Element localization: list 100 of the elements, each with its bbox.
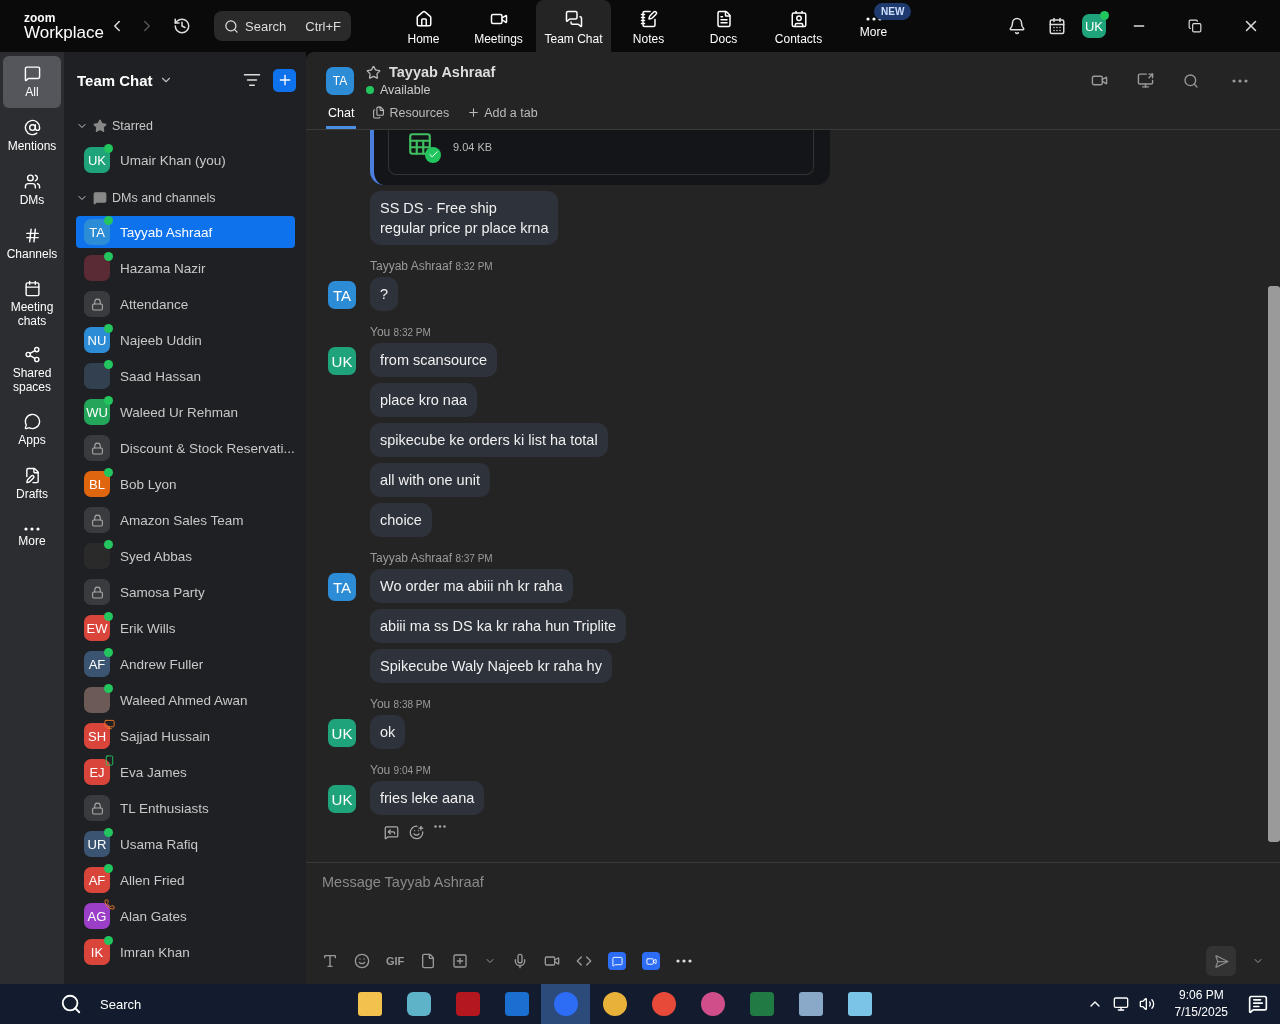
message-bubble: choice xyxy=(370,503,432,537)
contact-card-icon xyxy=(789,10,808,28)
add-reaction-icon[interactable] xyxy=(409,825,424,840)
rail-item[interactable]: Channels xyxy=(3,218,61,270)
reply-icon[interactable] xyxy=(384,825,399,840)
taskbar-search[interactable]: Search xyxy=(0,993,300,1015)
gif-button[interactable]: GIF xyxy=(386,955,405,967)
speech-bubble-icon xyxy=(93,191,107,205)
nav-tab[interactable]: NEW More xyxy=(836,0,911,52)
conversation-item[interactable]: SH Sajjad Hussain xyxy=(76,720,295,752)
emoji-icon[interactable] xyxy=(354,953,370,969)
search-field[interactable]: Search Ctrl+F xyxy=(214,11,351,41)
rail-item[interactable]: Apps xyxy=(3,404,61,456)
chat-tab[interactable]: Add a tab xyxy=(465,103,540,129)
conversation-item[interactable]: Saad Hassan xyxy=(76,360,295,392)
section-header[interactable]: DMs and channels xyxy=(76,180,216,216)
more-icon[interactable] xyxy=(676,959,693,963)
search-icon xyxy=(224,18,239,34)
more-icon xyxy=(1232,78,1248,83)
nav-tab[interactable]: Notes xyxy=(611,0,686,52)
taskbar-clock[interactable]: 9:06 PM 7/15/2025 xyxy=(1174,987,1228,1021)
message-bubble: from scansource xyxy=(370,343,498,377)
conversation-item[interactable]: NU Najeeb Uddin xyxy=(76,324,295,356)
avatar: TA xyxy=(328,573,356,601)
add-button[interactable] xyxy=(273,68,296,92)
star-icon xyxy=(93,119,107,133)
avatar: IK xyxy=(84,939,110,965)
conversation-item[interactable]: BL Bob Lyon xyxy=(76,468,295,500)
conversation-item[interactable]: Discount & Stock Reservati... xyxy=(76,432,295,464)
avatar: UK xyxy=(84,147,110,173)
send-button[interactable] xyxy=(1206,946,1236,976)
document-icon xyxy=(714,10,733,28)
chat-tab[interactable]: Chat xyxy=(326,103,357,129)
volume-icon[interactable] xyxy=(1138,996,1155,1012)
conversation-item[interactable]: UR Usama Rafiq xyxy=(76,828,295,860)
rail-item[interactable]: Drafts xyxy=(3,458,61,510)
avatar: EW xyxy=(84,615,110,641)
video-clip-icon[interactable] xyxy=(544,953,561,969)
people-icon xyxy=(23,172,41,190)
conversation-item[interactable]: EW Erik Wills xyxy=(76,612,295,644)
hash-icon xyxy=(23,226,41,244)
speech-bubble-icon xyxy=(23,412,41,430)
conversation-item[interactable]: EJ Eva James xyxy=(76,756,295,788)
conversation-item[interactable]: TA Tayyab Ashraaf xyxy=(76,216,295,248)
star-icon[interactable] xyxy=(366,64,381,80)
message-bubble: Wo order ma abiii nh kr raha xyxy=(370,569,573,603)
rail-item[interactable]: Shared spaces xyxy=(3,338,61,402)
app-logo: zoom Workplace xyxy=(24,11,102,41)
nav-tab[interactable]: Team Chat xyxy=(536,0,611,52)
conversation-item[interactable]: UK Umair Khan (you) xyxy=(76,144,295,176)
code-icon[interactable] xyxy=(576,953,593,969)
scrollbar-thumb[interactable] xyxy=(1268,286,1280,842)
file-icon[interactable] xyxy=(420,953,437,969)
conversation-item[interactable]: WU Waleed Ur Rehman xyxy=(76,396,295,428)
conversation-item[interactable]: AF Allen Fried xyxy=(76,864,295,896)
network-icon[interactable] xyxy=(1112,996,1129,1012)
screenshot-icon[interactable] xyxy=(452,953,469,969)
nav-tab[interactable]: Contacts xyxy=(761,0,836,52)
avatar: UK xyxy=(328,347,356,375)
conversation-item[interactable]: AG Alan Gates xyxy=(76,900,295,932)
conversation-item[interactable]: AF Andrew Fuller xyxy=(76,648,295,680)
conversation-item[interactable]: Samosa Party xyxy=(76,576,295,608)
conversation-item[interactable]: Syed Abbas xyxy=(76,540,295,572)
presence-status: Available xyxy=(366,83,496,97)
message-meta: Tayyab Ashraaf 8:32 PM xyxy=(370,259,493,273)
message-bubble: ok xyxy=(370,715,406,749)
conversation-item[interactable]: IK Imran Khan xyxy=(76,936,295,968)
message-meta: You 8:32 PM xyxy=(370,325,431,339)
conversation-item[interactable]: Attendance xyxy=(76,288,295,320)
text-format-icon[interactable] xyxy=(322,953,338,969)
sidebar-title[interactable]: Team Chat xyxy=(77,71,153,89)
rail-item[interactable]: Mentions xyxy=(3,110,61,162)
avatar: NU xyxy=(84,327,110,353)
nav-tab[interactable]: Docs xyxy=(686,0,761,52)
send-icon xyxy=(1213,953,1229,969)
home-icon xyxy=(414,10,433,28)
conversation-item[interactable]: Amazon Sales Team xyxy=(76,504,295,536)
rail-item[interactable]: Meeting chats xyxy=(3,272,61,336)
conversation-item[interactable]: TL Enthusiasts xyxy=(76,792,295,824)
notifications-icon[interactable] xyxy=(1248,994,1268,1014)
nav-tab[interactable]: Meetings xyxy=(461,0,536,52)
nodes-icon xyxy=(23,346,41,364)
message-meta: You 8:38 PM xyxy=(370,697,431,711)
rail-item[interactable]: All xyxy=(3,56,61,108)
file-size: 9.04 KB xyxy=(453,140,493,153)
nav-tab[interactable]: Home xyxy=(386,0,461,52)
avatar: UR xyxy=(84,831,110,857)
rail-item[interactable]: More xyxy=(3,512,61,564)
message-bubble: Spikecube Waly Najeeb kr raha hy xyxy=(370,649,612,683)
more-icon[interactable] xyxy=(434,825,446,828)
dots-icon xyxy=(24,527,40,532)
message-input[interactable]: Message Tayyab Ashraaf xyxy=(322,873,1264,891)
conversation-item[interactable]: Hazama Nazir xyxy=(76,252,295,284)
chat-tab[interactable]: Resources xyxy=(370,103,452,129)
conversation-item[interactable]: Waleed Ahmed Awan xyxy=(76,684,295,716)
avatar: TA xyxy=(328,281,356,309)
edit-document-icon xyxy=(23,466,41,484)
section-header[interactable]: Starred xyxy=(76,108,153,144)
rail-item[interactable]: DMs xyxy=(3,164,61,216)
message-bubble: fries leke aana xyxy=(370,781,485,815)
